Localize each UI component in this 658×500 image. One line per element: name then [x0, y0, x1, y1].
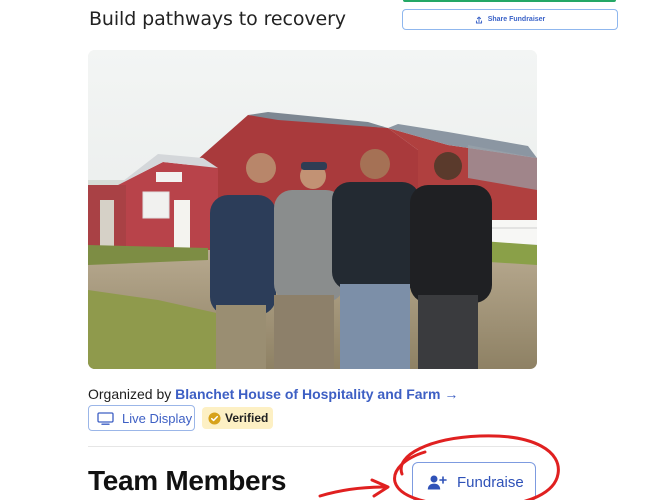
verified-badge: Verified	[202, 407, 273, 429]
live-display-label: Live Display	[122, 410, 193, 426]
verified-label: Verified	[225, 411, 269, 425]
organizer-link[interactable]: Blanchet House of Hospitality and Farm →	[175, 386, 458, 402]
section-divider	[88, 446, 537, 447]
add-person-icon	[427, 475, 447, 490]
check-circle-icon	[208, 411, 221, 425]
page-title: Build pathways to recovery	[89, 8, 346, 30]
organizer-name: Blanchet House of Hospitality and Farm	[175, 386, 441, 402]
arrow-right-icon: →	[444, 386, 459, 402]
share-fundraiser-label: Share Fundraiser	[487, 16, 546, 23]
share-fundraiser-button[interactable]: Share Fundraiser	[402, 9, 618, 30]
fundraise-button[interactable]: Fundraise	[412, 462, 536, 500]
photo-illustration	[88, 50, 537, 369]
monitor-icon	[97, 411, 114, 425]
organizer-line: Organized by Blanchet House of Hospitali…	[88, 386, 458, 402]
campaign-photo[interactable]	[88, 50, 537, 369]
top-green-bar	[403, 0, 616, 2]
organizer-prefix: Organized by	[88, 386, 172, 402]
share-upload-icon	[475, 16, 482, 23]
fundraise-label: Fundraise	[457, 473, 524, 491]
live-display-button[interactable]: Live Display	[88, 405, 195, 431]
team-members-heading: Team Members	[88, 465, 287, 496]
